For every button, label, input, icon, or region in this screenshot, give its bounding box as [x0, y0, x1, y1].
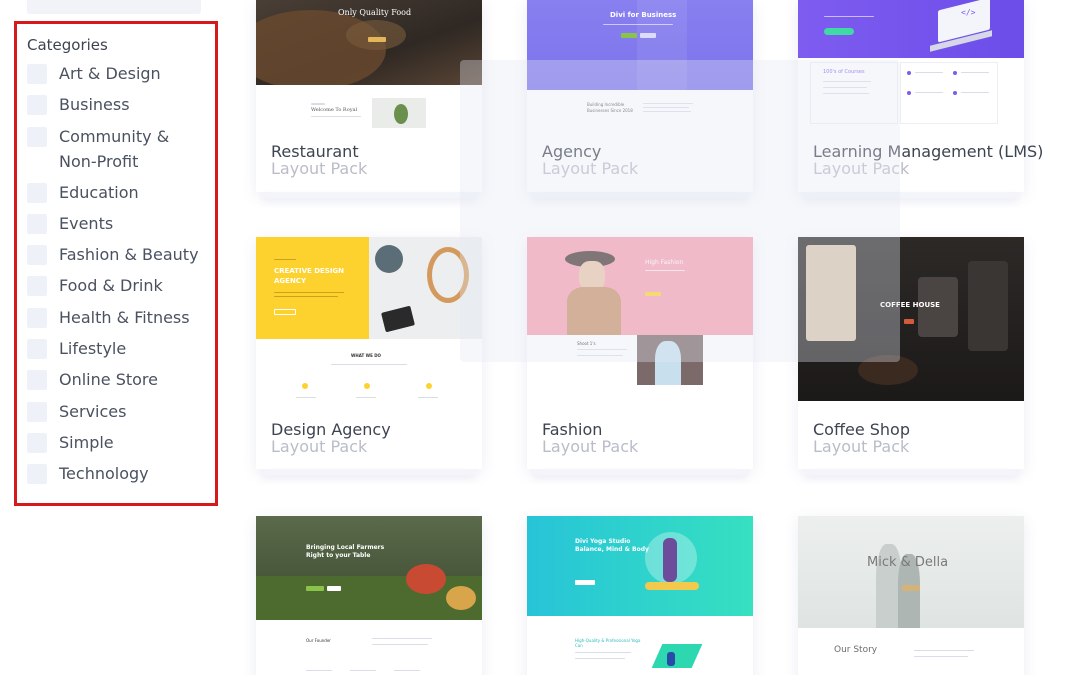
card-thumbnail: Divi Yoga Studio Balance, Mind & Body Hi…	[527, 516, 753, 675]
category-checkbox[interactable]	[27, 64, 47, 84]
layout-card-yoga[interactable]: Divi Yoga Studio Balance, Mind & Body Hi…	[527, 516, 753, 675]
card-thumbnail: Only Quality Food Welcome To Royal	[256, 0, 482, 130]
card-thumbnail: Mick & Della Our Story	[798, 516, 1024, 675]
card-thumbnail: CREATIVE DESIGN AGENCY WHAT WE DO	[256, 237, 482, 407]
category-checkbox[interactable]	[27, 245, 47, 266]
category-simple[interactable]: Simple	[27, 430, 211, 461]
category-checkbox[interactable]	[27, 95, 47, 116]
category-checkbox[interactable]	[27, 370, 47, 391]
category-checkbox[interactable]	[27, 213, 47, 234]
card-subtitle: Layout Pack	[542, 437, 639, 456]
search-input[interactable]	[27, 0, 201, 14]
card-subtitle: Layout Pack	[813, 437, 910, 456]
layout-card-design-agency[interactable]: CREATIVE DESIGN AGENCY WHAT WE DO Design…	[256, 237, 482, 475]
category-education[interactable]: Education	[27, 180, 211, 211]
category-checkbox[interactable]	[27, 126, 47, 147]
category-food-drink[interactable]: Food & Drink	[27, 273, 211, 304]
category-label: Food & Drink	[59, 276, 163, 296]
preview-heading: Mick & Della	[867, 555, 949, 570]
category-label: Lifestyle	[59, 339, 127, 359]
category-checkbox[interactable]	[27, 432, 47, 453]
category-label: Business	[59, 95, 130, 115]
category-art-design[interactable]: Art & Design	[27, 61, 211, 92]
layout-card-restaurant[interactable]: Only Quality Food Welcome To Royal Resta…	[256, 0, 482, 198]
category-checkbox[interactable]	[27, 339, 47, 360]
layout-card-wedding[interactable]: Mick & Della Our Story	[798, 516, 1024, 675]
category-label: Art & Design	[59, 64, 161, 83]
code-icon: </>	[961, 8, 976, 17]
category-checkbox[interactable]	[27, 464, 47, 485]
preview-heading: CREATIVE DESIGN AGENCY	[274, 267, 345, 285]
category-checkbox[interactable]	[27, 401, 47, 422]
categories-panel: Categories Art & Design Business Communi…	[14, 21, 218, 506]
card-title: Design Agency	[271, 420, 391, 439]
category-label: Online Store	[59, 370, 158, 390]
preview-heading: Divi Yoga Studio Balance, Mind & Body	[575, 538, 649, 553]
preview-subheading: Welcome To Royal	[311, 107, 358, 113]
category-label: Community & Non-Profit	[59, 126, 170, 171]
preview-heading: Divi for Business	[610, 11, 677, 19]
preview-subheading: Our Founder	[306, 638, 331, 643]
category-label: Services	[59, 401, 127, 421]
card-thumbnail: Bringing Local Farmers Right to your Tab…	[256, 516, 482, 675]
category-list: Art & Design Business Community & Non-Pr…	[27, 61, 211, 493]
category-label: Health & Fitness	[59, 307, 190, 327]
category-community-non-profit[interactable]: Community & Non-Profit	[27, 124, 211, 180]
category-online-store[interactable]: Online Store	[27, 367, 211, 398]
category-business[interactable]: Business	[27, 92, 211, 123]
card-subtitle: Layout Pack	[271, 159, 368, 178]
preview-heading: Only Quality Food	[338, 8, 412, 17]
card-title: Fashion	[542, 420, 603, 439]
card-title: Coffee Shop	[813, 420, 910, 439]
card-title: Restaurant	[271, 142, 359, 161]
category-events[interactable]: Events	[27, 211, 211, 242]
category-label: Education	[59, 182, 139, 202]
categories-title: Categories	[27, 36, 108, 54]
category-health-fitness[interactable]: Health & Fitness	[27, 305, 211, 336]
category-label: Technology	[59, 464, 149, 484]
category-lifestyle[interactable]: Lifestyle	[27, 336, 211, 367]
category-label: Fashion & Beauty	[59, 245, 199, 265]
preview-subheading: Our Story	[834, 645, 878, 655]
category-checkbox[interactable]	[27, 276, 47, 297]
preview-heading: Bringing Local Farmers Right to your Tab…	[306, 544, 385, 559]
category-label: Simple	[59, 432, 114, 452]
category-services[interactable]: Services	[27, 399, 211, 430]
card-subtitle: Layout Pack	[271, 437, 368, 456]
category-label: Events	[59, 213, 114, 233]
category-checkbox[interactable]	[27, 182, 47, 203]
preview-subheading: High-Quality & Professional Yoga Can	[575, 638, 641, 648]
preview-subheading: WHAT WE DO	[351, 353, 381, 358]
category-technology[interactable]: Technology	[27, 461, 211, 492]
category-checkbox[interactable]	[27, 307, 47, 328]
layout-card-farmers[interactable]: Bringing Local Farmers Right to your Tab…	[256, 516, 482, 675]
hover-overlay	[460, 60, 900, 362]
category-fashion-beauty[interactable]: Fashion & Beauty	[27, 242, 211, 273]
